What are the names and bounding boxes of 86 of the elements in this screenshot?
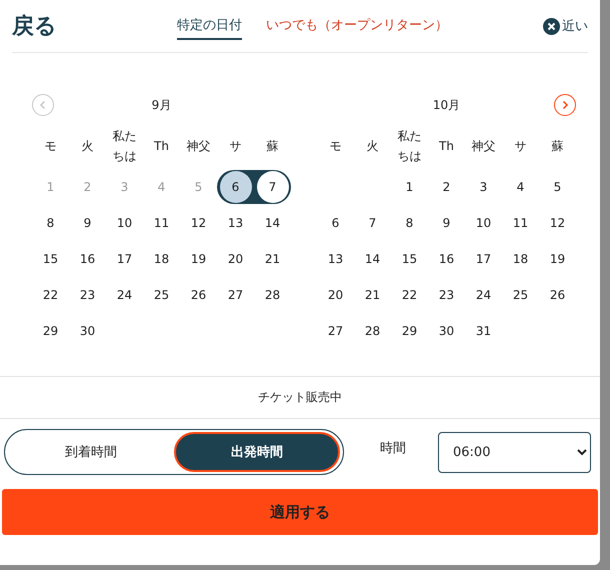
calendar-day[interactable]: 8 <box>34 207 66 239</box>
calendar-day[interactable]: 21 <box>356 279 388 311</box>
calendar-day[interactable]: 9 <box>430 207 462 239</box>
calendar-day[interactable]: 6 <box>220 171 252 203</box>
weekday-label: 蘇 <box>266 138 280 155</box>
calendar-day[interactable]: 22 <box>394 279 426 311</box>
calendar-day[interactable]: 11 <box>146 207 178 239</box>
close-icon <box>543 18 560 34</box>
weekday-label: 私たちは <box>396 128 422 165</box>
weekday-label: 神父 <box>470 138 496 155</box>
next-month-button[interactable] <box>554 94 576 116</box>
weekday-label: モ <box>328 138 342 155</box>
calendar-day[interactable]: 30 <box>430 315 462 347</box>
calendar-day[interactable]: 5 <box>542 171 574 203</box>
calendar-day[interactable]: 27 <box>320 315 352 347</box>
weekday-label: 神父 <box>186 138 212 155</box>
weekday-label: 火 <box>80 138 94 155</box>
calendar-day[interactable]: 7 <box>356 207 388 239</box>
calendar-day[interactable]: 23 <box>430 279 462 311</box>
calendar-day[interactable]: 19 <box>542 243 574 275</box>
weekday-label: 私たちは <box>112 128 138 165</box>
calendar-day[interactable]: 17 <box>108 243 140 275</box>
calendar-day[interactable]: 1 <box>394 171 426 203</box>
calendar-day[interactable]: 13 <box>320 243 352 275</box>
calendar-day[interactable]: 10 <box>468 207 500 239</box>
calendar-day[interactable]: 17 <box>468 243 500 275</box>
calendar-day[interactable]: 14 <box>356 243 388 275</box>
calendar-day[interactable]: 31 <box>468 315 500 347</box>
calendar-day[interactable]: 16 <box>430 243 462 275</box>
calendar-day[interactable]: 9 <box>72 207 104 239</box>
weekday-label: Th <box>438 138 455 155</box>
weekday-label: サ <box>228 138 242 155</box>
time-label: 時間 <box>380 440 406 457</box>
calendar-day[interactable]: 29 <box>34 315 66 347</box>
calendar-day[interactable]: 15 <box>394 243 426 275</box>
chevron-right-icon <box>560 100 570 110</box>
calendar-day[interactable]: 28 <box>356 315 388 347</box>
calendar-day[interactable]: 28 <box>256 279 288 311</box>
calendar-day[interactable]: 27 <box>220 279 252 311</box>
weekday-label: 火 <box>366 138 380 155</box>
calendar-day[interactable]: 24 <box>108 279 140 311</box>
apply-button[interactable]: 適用する <box>2 489 598 535</box>
tab[interactable]: いつでも（オープンリターン） <box>266 12 448 40</box>
calendar-day[interactable]: 30 <box>72 315 104 347</box>
calendar-day[interactable]: 10 <box>108 207 140 239</box>
calendar-day[interactable]: 12 <box>542 207 574 239</box>
calendar-day[interactable]: 20 <box>320 279 352 311</box>
weekday-label: 蘇 <box>550 138 564 155</box>
calendar-day[interactable]: 29 <box>394 315 426 347</box>
calendar-day[interactable]: 20 <box>220 243 252 275</box>
time-mode-option[interactable]: 到着時間 <box>8 432 174 472</box>
calendar-day[interactable]: 3 <box>468 171 500 203</box>
weekday-label: Th <box>153 138 170 155</box>
calendar-day[interactable]: 21 <box>256 243 288 275</box>
calendar-day[interactable]: 8 <box>394 207 426 239</box>
calendar-day[interactable]: 18 <box>504 243 536 275</box>
time-select[interactable]: 06:00 <box>438 432 591 472</box>
calendar-day[interactable]: 16 <box>72 243 104 275</box>
calendar-day[interactable]: 7 <box>256 171 288 203</box>
back-title[interactable]: 戻る <box>12 11 57 41</box>
calendar-day[interactable]: 22 <box>34 279 66 311</box>
calendar-day[interactable]: 25 <box>146 279 178 311</box>
calendar-day[interactable]: 23 <box>72 279 104 311</box>
calendar-day[interactable]: 4 <box>504 171 536 203</box>
calendar-day[interactable]: 24 <box>468 279 500 311</box>
calendar-day[interactable]: 6 <box>320 207 352 239</box>
month-title: 9月 <box>150 96 172 114</box>
month-title: 10月 <box>432 96 462 114</box>
calendar-day[interactable]: 26 <box>542 279 574 311</box>
calendar-day[interactable]: 13 <box>220 207 252 239</box>
close-button[interactable]: 近い <box>543 17 588 35</box>
calendar-day[interactable]: 14 <box>256 207 288 239</box>
tab[interactable]: 特定の日付 <box>177 12 242 40</box>
time-mode-option[interactable]: 出発時間 <box>174 432 340 472</box>
chevron-left-icon <box>38 100 48 110</box>
weekday-label: サ <box>514 138 528 155</box>
calendar-day[interactable]: 19 <box>182 243 214 275</box>
calendar-day[interactable]: 12 <box>182 207 214 239</box>
ticket-sale-notice: チケット販売中 <box>258 389 342 406</box>
calendar-day[interactable]: 15 <box>34 243 66 275</box>
calendar-day[interactable]: 26 <box>182 279 214 311</box>
calendar-day[interactable]: 11 <box>504 207 536 239</box>
calendar-day[interactable]: 25 <box>504 279 536 311</box>
calendar-day[interactable]: 18 <box>146 243 178 275</box>
calendar-day[interactable]: 2 <box>430 171 462 203</box>
weekday-label: モ <box>44 138 58 155</box>
